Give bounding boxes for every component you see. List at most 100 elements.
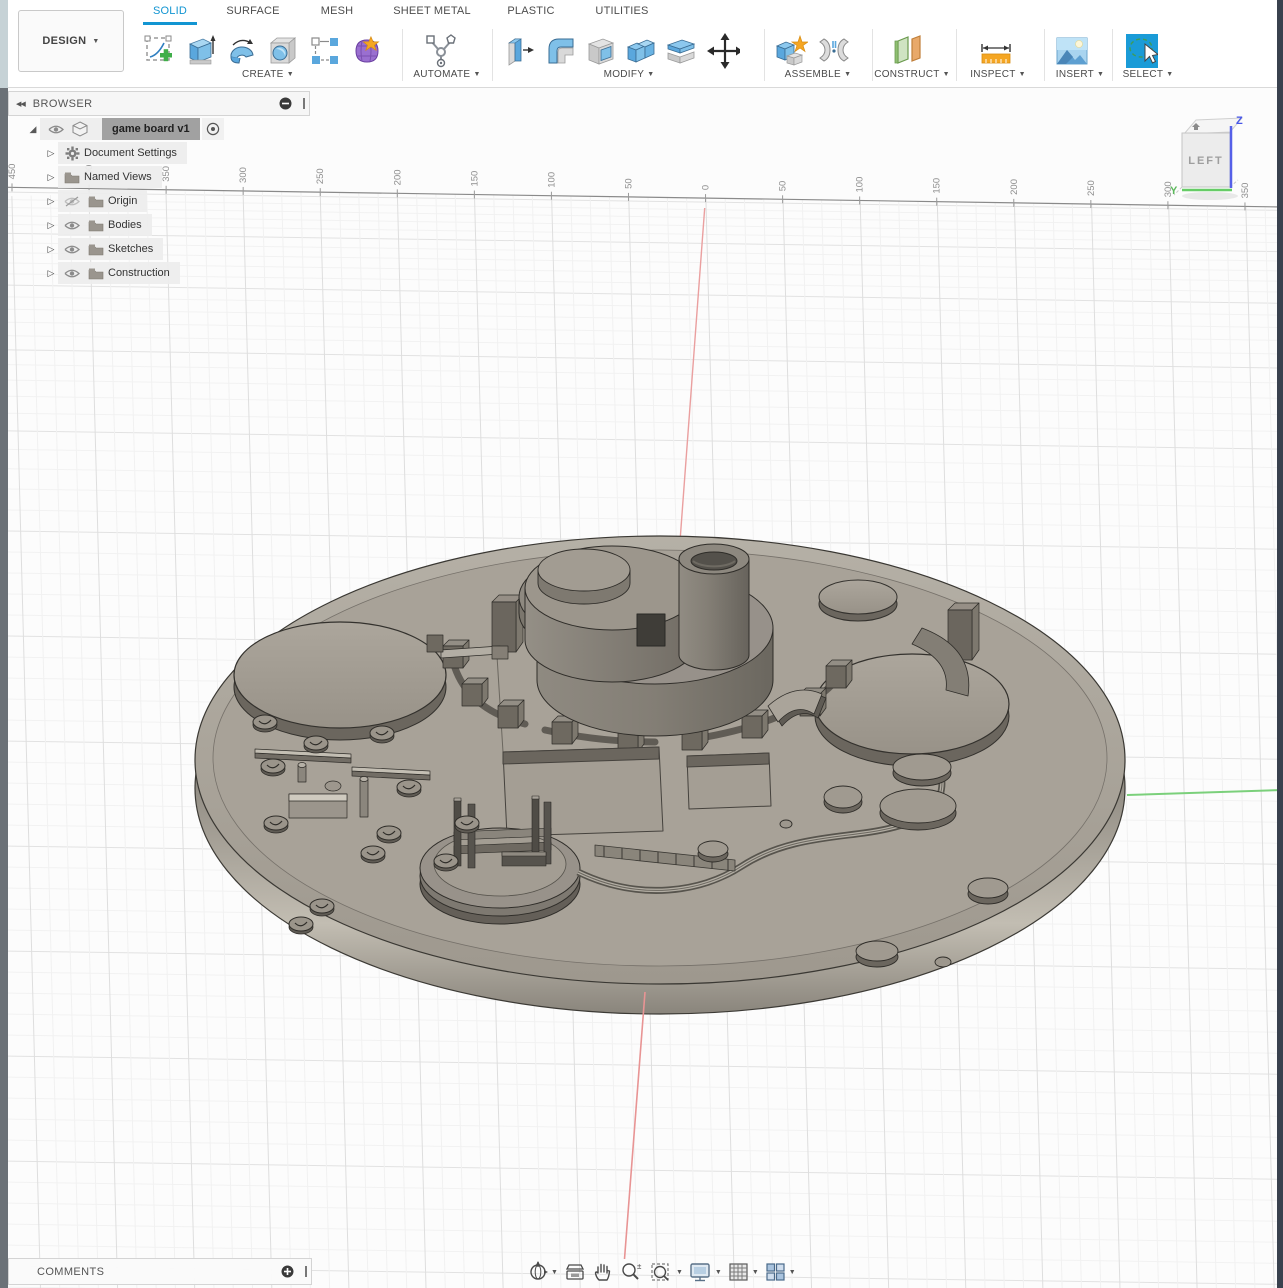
expander-icon[interactable]: ▷ <box>44 196 58 207</box>
create-group-button[interactable]: CREATE ▼ <box>142 69 394 83</box>
browser-header: ◀◀ BROWSER <box>8 91 310 116</box>
browser-row-document-settings[interactable]: ▷ Document Settings <box>8 142 310 164</box>
insert-group-button[interactable]: INSERT ▼ <box>1044 69 1116 83</box>
row-label: Named Views <box>84 171 152 183</box>
pan-tool[interactable] <box>592 1261 614 1283</box>
expander-icon[interactable]: ▷ <box>44 148 58 159</box>
fit-tool[interactable]: ▼ <box>650 1261 683 1283</box>
svg-text:±: ± <box>637 1262 642 1271</box>
insert-image-icon[interactable] <box>1054 31 1088 71</box>
svg-text:250: 250 <box>1086 180 1097 196</box>
expander-icon[interactable]: ▷ <box>44 268 58 279</box>
chevron-down-icon: ▼ <box>551 1268 558 1276</box>
viewports-tool[interactable]: ▼ <box>765 1261 796 1283</box>
zoom-tool[interactable]: ± <box>620 1261 644 1283</box>
browser-row-bodies[interactable]: ▷ Bodies <box>8 214 310 236</box>
main-toolbar: DESIGN ▼ SOLID SURFACE MESH SHEET METAL … <box>8 0 1277 88</box>
viewcube-top-face[interactable] <box>1182 117 1244 135</box>
new-component-icon[interactable] <box>774 31 808 71</box>
press-pull-icon[interactable] <box>504 31 538 71</box>
select-group-button[interactable]: SELECT ▼ <box>1112 69 1184 83</box>
workspace-switcher-button[interactable]: DESIGN ▼ <box>18 10 124 72</box>
move-icon[interactable] <box>706 31 740 71</box>
assemble-group-button[interactable]: ASSEMBLE ▼ <box>768 69 868 83</box>
castle-tower[interactable] <box>678 543 750 671</box>
tab-surface[interactable]: SURFACE <box>222 5 284 23</box>
eye-icon[interactable] <box>47 121 65 137</box>
fillet-icon[interactable] <box>544 31 578 71</box>
eye-icon[interactable] <box>63 217 81 233</box>
browser-row-construction[interactable]: ▷ Construction <box>8 262 310 284</box>
split-body-icon[interactable] <box>664 31 698 71</box>
svg-text:150: 150 <box>932 178 943 194</box>
model-game-board-body[interactable] <box>194 535 1126 1015</box>
row-label: Sketches <box>108 243 154 255</box>
expander-icon[interactable]: ▷ <box>44 220 58 231</box>
create-sketch-icon[interactable] <box>142 31 176 71</box>
browser-row-root[interactable]: ◢ game board v1 <box>8 118 310 140</box>
plate-large[interactable] <box>502 746 664 837</box>
collapse-panel-icon[interactable]: ◀◀ <box>16 100 26 108</box>
automate-icon[interactable] <box>424 31 458 71</box>
browser-title: BROWSER <box>32 97 93 110</box>
tab-plastic[interactable]: PLASTIC <box>505 5 557 23</box>
toolbar-separator <box>764 29 765 81</box>
select-icon[interactable] <box>1124 31 1158 71</box>
tab-sheet-metal[interactable]: SHEET METAL <box>393 5 471 23</box>
active-tab-underline <box>143 22 197 25</box>
grid-and-snaps-tool[interactable]: ▼ <box>728 1261 759 1283</box>
add-comment-icon[interactable] <box>278 1264 296 1280</box>
panel-grip[interactable] <box>303 98 305 109</box>
pad-top-right[interactable] <box>818 579 898 622</box>
joint-icon[interactable] <box>816 31 850 71</box>
eye-icon[interactable] <box>63 265 81 281</box>
eye-icon[interactable] <box>63 241 81 257</box>
svg-text:100: 100 <box>855 177 866 193</box>
window-edge <box>0 0 8 88</box>
hole-icon[interactable] <box>266 31 300 71</box>
browser-row-sketches[interactable]: ▷ Sketches <box>8 238 310 260</box>
row-label: Construction <box>108 267 170 279</box>
display-settings-tool[interactable]: ▼ <box>689 1261 722 1283</box>
tab-solid[interactable]: SOLID <box>143 5 197 23</box>
root-component-name[interactable]: game board v1 <box>102 118 200 140</box>
browser-row-origin[interactable]: ▷ Origin <box>8 190 310 212</box>
tab-mesh[interactable]: MESH <box>315 5 359 23</box>
component-cube-icon <box>71 121 89 137</box>
tab-utilities[interactable]: UTILITIES <box>593 5 651 23</box>
revolve-icon[interactable] <box>226 31 260 71</box>
folder-icon <box>87 241 105 257</box>
extrude-icon[interactable] <box>184 31 218 71</box>
stadium-platform[interactable] <box>419 827 581 925</box>
eye-off-icon[interactable] <box>63 193 81 209</box>
construct-plane-icon[interactable] <box>890 31 924 71</box>
expander-icon[interactable]: ◢ <box>26 124 40 135</box>
chevron-down-icon: ▼ <box>788 1268 796 1276</box>
browser-row-named-views[interactable]: ▷ Named Views <box>8 166 310 188</box>
svg-text:50: 50 <box>778 181 789 192</box>
svg-text:0: 0 <box>701 185 712 190</box>
pattern-icon[interactable] <box>308 31 342 71</box>
modify-group-button[interactable]: MODIFY ▼ <box>504 69 754 83</box>
plate-small[interactable] <box>686 752 772 810</box>
expander-icon[interactable]: ▷ <box>44 172 58 183</box>
combine-icon[interactable] <box>624 31 658 71</box>
comments-panel[interactable]: COMMENTS <box>8 1258 312 1285</box>
form-icon[interactable] <box>352 31 386 71</box>
svg-text:50: 50 <box>623 178 634 189</box>
panel-grip[interactable] <box>305 1266 307 1277</box>
measure-icon[interactable] <box>978 31 1012 71</box>
inspect-group-button[interactable]: INSPECT ▼ <box>952 69 1044 83</box>
expander-icon[interactable]: ▷ <box>44 244 58 255</box>
activate-radio-icon[interactable] <box>201 118 224 140</box>
view-cube[interactable]: LEFT Z Y <box>1168 102 1268 204</box>
automate-group-button[interactable]: AUTOMATE ▼ <box>404 69 490 83</box>
browser-panel: ◀◀ BROWSER ◢ game board v1 ▷ Document Se… <box>8 91 310 284</box>
toolbar-separator <box>402 29 403 81</box>
look-at-tool[interactable] <box>564 1261 586 1283</box>
remove-filter-icon[interactable] <box>276 96 294 112</box>
construct-group-button[interactable]: CONSTRUCT ▼ <box>864 69 960 83</box>
orbit-tool[interactable]: ▼ <box>527 1261 558 1283</box>
shell-icon[interactable] <box>584 31 618 71</box>
navigation-bar: ▼ ± ▼ ▼ ▼ ▼ <box>524 1259 799 1285</box>
